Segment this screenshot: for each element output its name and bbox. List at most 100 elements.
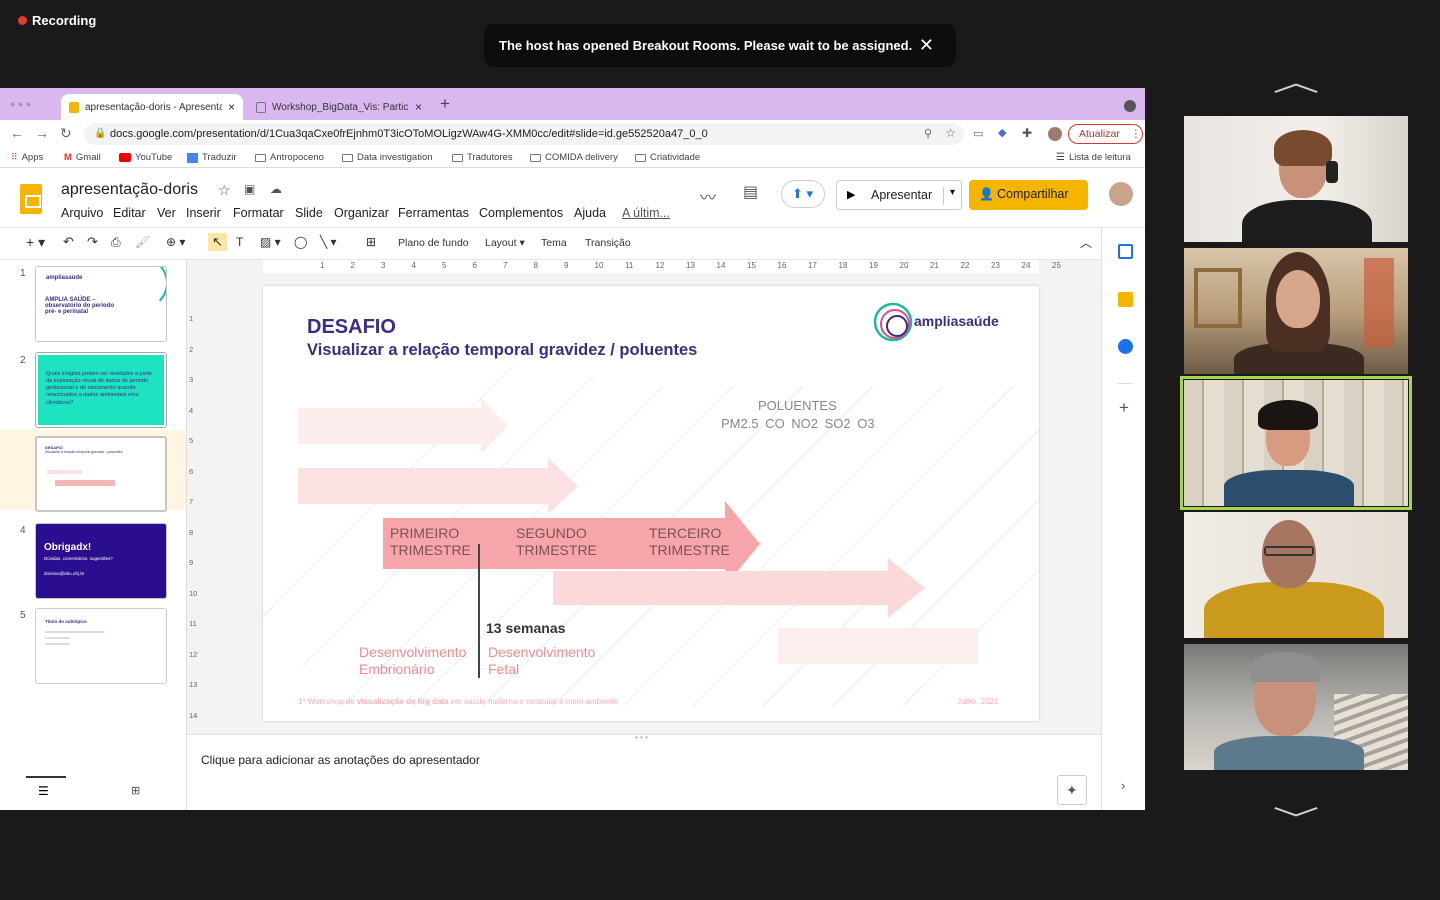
tab-label: apresentação-doris - Apresentações Googl… — [85, 101, 222, 113]
add-addon-icon[interactable]: + — [1119, 398, 1129, 418]
redo-icon[interactable]: ↷ — [87, 234, 98, 250]
image-icon[interactable]: ▨ ▾ — [260, 235, 281, 249]
window-controls[interactable]: ● ● ● — [10, 99, 31, 109]
participant-video-5[interactable] — [1184, 644, 1408, 770]
participant-video-1[interactable] — [1184, 116, 1408, 242]
undo-icon[interactable]: ↶ — [63, 234, 74, 250]
select-icon[interactable]: ↖ — [208, 233, 227, 251]
chevron-down-icon[interactable]: ﹀ — [1273, 800, 1320, 837]
last-edit-link[interactable]: A últim... — [622, 206, 670, 220]
ruler-tick: 9 — [189, 558, 194, 567]
tab-workshop[interactable]: Workshop_BigData_Vis: Participantes × — [248, 94, 430, 120]
slide-thumb-5[interactable]: Título do subtópico — [35, 608, 167, 684]
bookmark-traduzir[interactable]: Traduzir — [187, 152, 237, 163]
slide-thumb-4[interactable]: Obrigadx! Dúvidas, comentários, sugestõe… — [35, 523, 167, 599]
slides-logo-icon[interactable] — [20, 184, 42, 214]
close-tab-icon[interactable]: × — [228, 100, 235, 114]
textbox-icon[interactable]: T — [236, 235, 243, 249]
menu-editar[interactable]: Editar — [113, 206, 146, 220]
zoom-icon[interactable]: ⊕ ▾ — [166, 235, 185, 249]
menu-ajuda[interactable]: Ajuda — [574, 206, 606, 220]
slide-canvas[interactable]: DESAFIO Visualizar a relação temporal gr… — [263, 286, 1039, 721]
bookmark-comida[interactable]: COMIDA delivery — [530, 152, 618, 163]
puzzle-icon[interactable]: ✚ — [1022, 126, 1032, 140]
print-icon[interactable]: ⎙ — [111, 235, 121, 250]
new-tab-icon[interactable]: + — [440, 94, 450, 114]
forward-icon[interactable]: → — [35, 125, 49, 141]
expand-panel-icon[interactable]: › — [1121, 778, 1125, 793]
user-avatar[interactable] — [1109, 182, 1133, 206]
bookmark-data-investigation[interactable]: Data investigation — [342, 152, 433, 163]
editor-toolbar: + ▾ ↶ ↷ ⎙ 🖌 ⊕ ▾ ↖ T ▨ ▾ ◯ ╲ ▾ ⊞ Plano de… — [0, 228, 1101, 260]
menu-formatar[interactable]: Formatar — [233, 206, 284, 220]
bookmark-tradutores[interactable]: Tradutores — [452, 152, 513, 163]
close-icon[interactable]: ✕ — [919, 35, 934, 56]
transition-button[interactable]: Transição — [585, 237, 631, 249]
star-icon[interactable]: ☆ — [218, 182, 231, 199]
slide-thumb-3[interactable]: DESAFIO Visualizar a relação temporal gr… — [35, 436, 167, 512]
menu-complementos[interactable]: Complementos — [479, 206, 563, 220]
dev2-line2: Fetal — [488, 661, 520, 677]
list-view-icon[interactable]: ☰ — [38, 784, 49, 798]
menu-slide[interactable]: Slide — [295, 206, 323, 220]
browser-menu-icon[interactable] — [1124, 100, 1136, 112]
explore-icon[interactable]: ✦ — [1057, 775, 1087, 805]
present-dropdown-icon[interactable]: ▾ — [943, 187, 955, 205]
meet-button[interactable]: ⬆ ▾ — [781, 180, 825, 208]
menu-ferramentas[interactable]: Ferramentas — [398, 206, 469, 220]
back-icon[interactable]: ← — [10, 125, 24, 141]
bookmark-apps[interactable]: ⠿ Apps — [11, 152, 43, 163]
reload-icon[interactable]: ↻ — [60, 125, 72, 142]
menu-arquivo[interactable]: Arquivo — [61, 206, 103, 220]
grid-view-icon[interactable]: ⊞ — [131, 784, 140, 797]
activity-icon[interactable]: 〰 — [700, 184, 716, 208]
document-title[interactable]: apresentação-doris — [61, 181, 198, 199]
comment-add-icon[interactable]: ⊞ — [366, 235, 376, 249]
bookmark-youtube[interactable]: YouTube — [119, 152, 172, 163]
move-folder-icon[interactable]: ▣ — [244, 182, 255, 196]
participant-video-3[interactable] — [1184, 380, 1408, 506]
paint-format-icon[interactable]: 🖌 — [135, 235, 150, 249]
speaker-notes[interactable]: • • • Clique para adicionar as anotações… — [187, 733, 1101, 810]
ruler-tick: 6 — [472, 261, 477, 270]
layout-button[interactable]: Layout ▾ — [485, 237, 525, 249]
extension-icon[interactable]: ◆ — [998, 126, 1006, 139]
slide-thumb-1[interactable]: ampliasaúde AMPLIA SAÚDE – observatório … — [35, 266, 167, 342]
menu-inserir[interactable]: Inserir — [186, 206, 221, 220]
filmstrip: 1 ampliasaúde AMPLIA SAÚDE – observatóri… — [0, 260, 187, 810]
close-tab-icon[interactable]: × — [415, 100, 422, 114]
cloud-status-icon[interactable]: ☁ — [270, 182, 282, 196]
bookmark-gmail[interactable]: M Gmail — [64, 152, 101, 163]
zoom-icon[interactable]: ⚲ — [924, 127, 932, 140]
ruler-tick: 1 — [320, 261, 325, 270]
cast-icon[interactable]: ▭ — [973, 127, 983, 140]
thumb-title: Título do subtópico — [45, 619, 87, 624]
menu-ver[interactable]: Ver — [157, 206, 176, 220]
profile-avatar[interactable] — [1048, 127, 1062, 141]
participant-video-4[interactable] — [1184, 512, 1408, 638]
participant-video-2[interactable] — [1184, 248, 1408, 374]
slide-thumb-2[interactable]: Quais insights podem ser revelados a par… — [35, 352, 167, 428]
reading-list[interactable]: ☰ Lista de leitura — [1056, 152, 1131, 163]
menu-organizar[interactable]: Organizar — [334, 206, 389, 220]
background-button[interactable]: Plano de fundo — [398, 237, 469, 249]
present-button[interactable]: ▶ Apresentar ▾ — [836, 180, 962, 210]
share-button[interactable]: 👤 Compartilhar — [969, 180, 1088, 210]
notes-resize-handle[interactable]: • • • — [635, 733, 648, 742]
bookmark-antropoceno[interactable]: Antropoceno — [255, 152, 324, 163]
calendar-icon[interactable] — [1118, 244, 1133, 259]
chevron-up-icon[interactable]: ︿ — [1273, 62, 1320, 99]
bookmark-criatividade[interactable]: Criatividade — [635, 152, 700, 163]
line-icon[interactable]: ╲ ▾ — [320, 235, 337, 249]
shape-icon[interactable]: ◯ — [294, 235, 307, 249]
keep-icon[interactable] — [1118, 292, 1133, 307]
url-field[interactable]: 🔒 docs.google.com/presentation/d/1Cua3qaC… — [84, 123, 964, 145]
star-icon[interactable]: ☆ — [945, 126, 956, 140]
collapse-toolbar-icon[interactable]: ︿ — [1080, 234, 1092, 251]
comments-icon[interactable]: ▤ — [743, 182, 758, 202]
tab-slides[interactable]: apresentação-doris - Apresentações Googl… — [61, 94, 243, 120]
tasks-icon[interactable] — [1118, 339, 1133, 354]
theme-button[interactable]: Tema — [541, 237, 567, 249]
new-slide-icon[interactable]: + ▾ — [26, 234, 45, 251]
update-button[interactable]: Atualizar ⋮ — [1068, 124, 1143, 144]
